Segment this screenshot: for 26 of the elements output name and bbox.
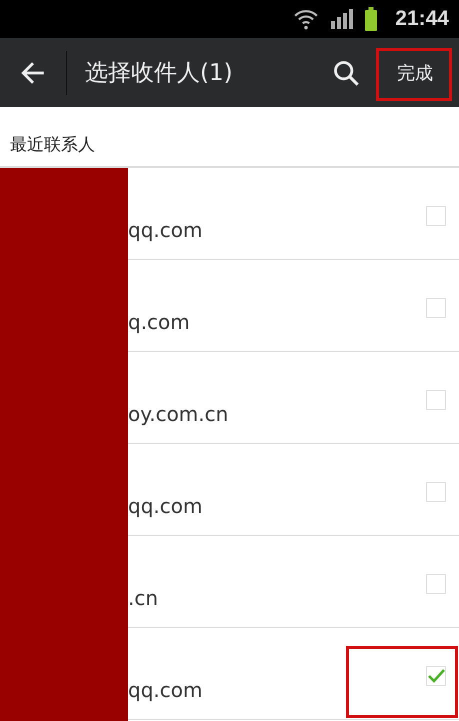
contact-row[interactable]: oy.com.cn [128,352,459,444]
signal-icon [331,9,354,29]
checkbox[interactable] [426,574,446,594]
contact-row[interactable]: .cn [128,536,459,628]
contact-email: qq.com [128,218,202,242]
contact-row[interactable]: qq.com [128,444,459,536]
checkbox[interactable] [426,206,446,226]
wifi-icon [293,8,320,30]
contact-email: qq.com [128,678,202,702]
done-button[interactable]: 完成 [378,50,449,94]
search-icon[interactable] [332,58,360,86]
clock-time: 21:44 [395,7,449,31]
screen-title: 选择收件人(1) [66,50,332,94]
checkbox[interactable] [426,390,446,410]
contact-email: oy.com.cn [128,402,228,426]
contact-email: qq.com [128,494,202,518]
battery-icon [365,7,378,31]
back-arrow-icon[interactable] [20,60,46,86]
checkbox[interactable] [426,482,446,502]
checkbox[interactable] [426,666,446,686]
contact-email: q.com [128,310,190,334]
contact-row[interactable]: qq.com [128,628,459,720]
contact-email: .cn [128,586,158,610]
checkbox[interactable] [426,298,446,318]
contact-row[interactable]: q.com [128,260,459,352]
contact-row[interactable]: qq.com [128,168,459,260]
